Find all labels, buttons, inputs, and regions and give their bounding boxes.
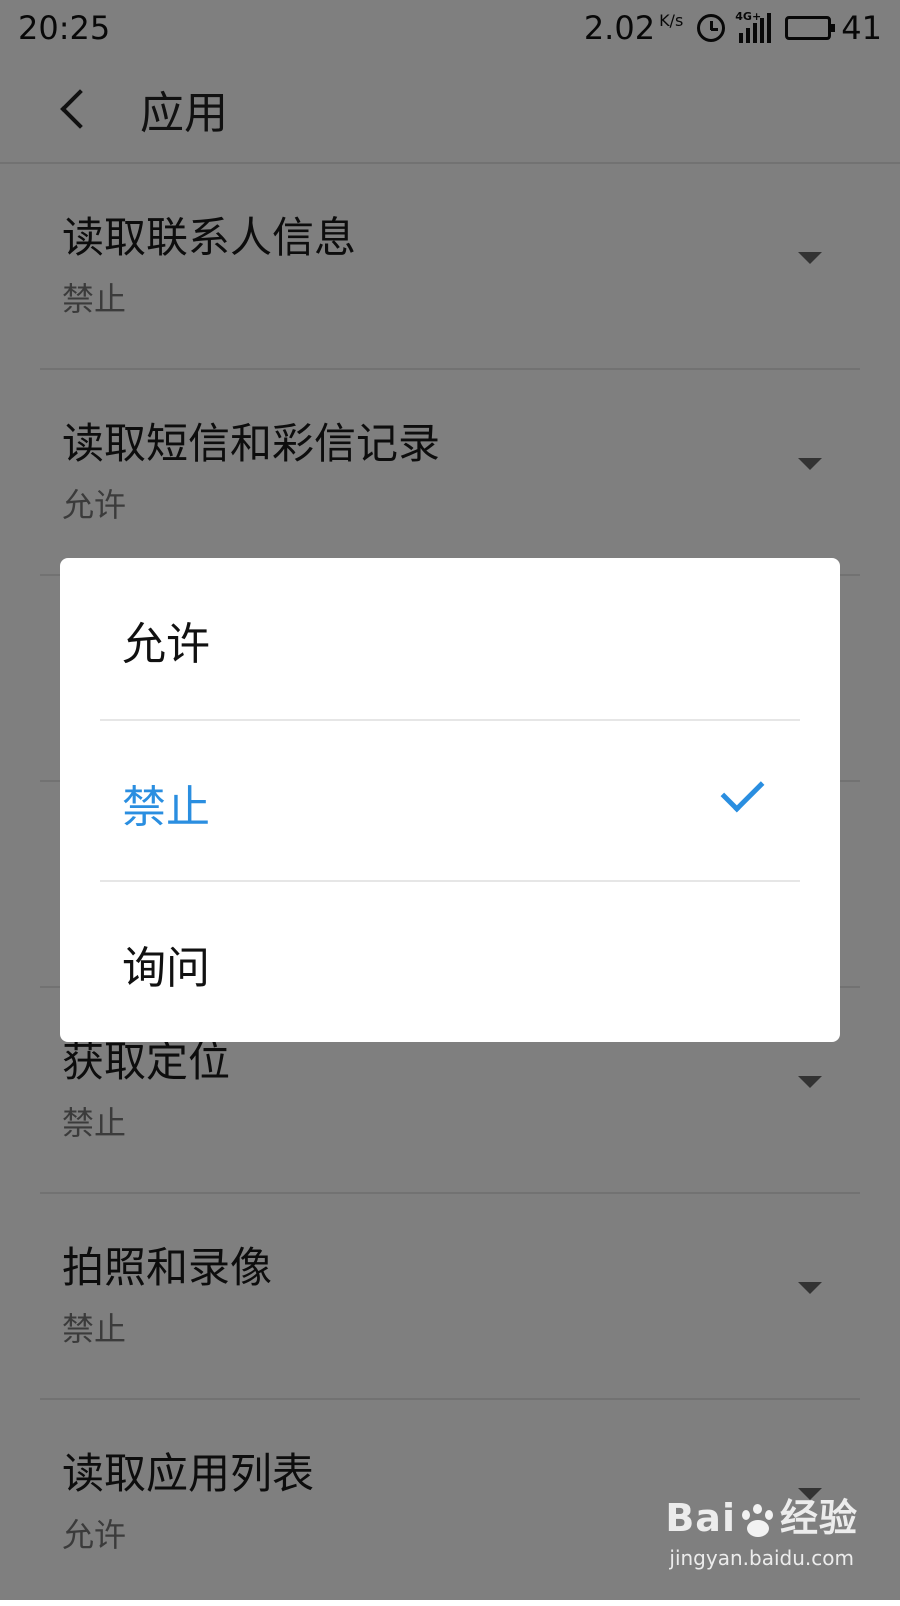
option-label: 询问 <box>122 943 210 994</box>
watermark-brand: Bai 经验 <box>665 1487 858 1542</box>
checkmark-icon <box>720 768 765 813</box>
watermark-site: jingyan.baidu.com <box>669 1546 854 1570</box>
paw-logo-icon <box>738 1503 778 1538</box>
option-label: 允许 <box>122 619 210 670</box>
option-label: 禁止 <box>122 782 210 833</box>
option-deny[interactable]: 禁止 <box>100 719 800 880</box>
permission-option-dialog: 允许 禁止 询问 <box>60 558 840 1042</box>
option-ask[interactable]: 询问 <box>100 880 800 1041</box>
watermark-brand-left: Bai <box>665 1496 736 1540</box>
watermark-brand-right: 经验 <box>779 1496 858 1540</box>
baidu-jingyan-watermark: Bai 经验 jingyan.baidu.com <box>665 1487 858 1570</box>
option-allow[interactable]: 允许 <box>100 558 800 719</box>
